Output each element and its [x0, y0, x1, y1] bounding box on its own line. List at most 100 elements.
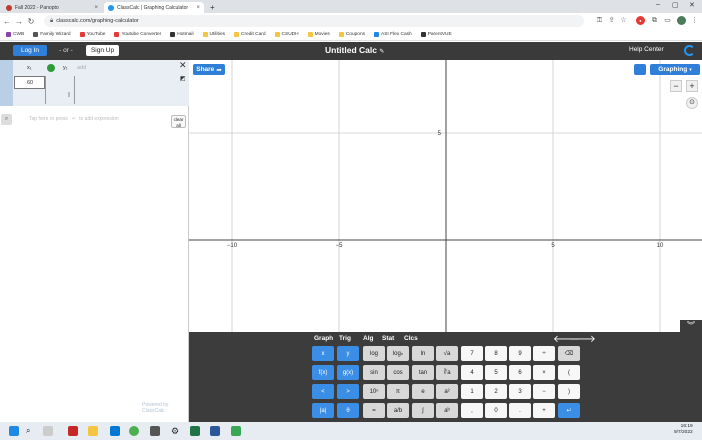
bookmark-item[interactable]: Coupons	[338, 32, 365, 37]
tab-trig[interactable]: Trig	[339, 335, 351, 342]
edge-icon[interactable]	[110, 426, 120, 436]
keypad-key[interactable]: a²	[436, 384, 458, 399]
clear-all-button[interactable]: clear all	[171, 115, 186, 128]
keypad-key[interactable]: g(x)	[337, 365, 359, 380]
minimize-icon[interactable]: –	[656, 1, 660, 8]
settings-gear-icon[interactable]: ⚙	[171, 426, 181, 436]
keypad-key[interactable]: tan	[412, 365, 434, 380]
keypad-key[interactable]: ×	[533, 365, 555, 380]
keypad-key[interactable]: logₙ	[387, 346, 409, 361]
series-color-dot-icon[interactable]	[47, 64, 55, 72]
home-zoom-icon[interactable]: ⊙	[686, 97, 698, 109]
keypad-key[interactable]: 6	[509, 365, 531, 380]
sidebar-icon[interactable]: ▭	[663, 16, 672, 25]
keypad-key[interactable]: e	[412, 384, 434, 399]
magnifier-icon[interactable]: ⌕	[1, 113, 12, 125]
chrome-icon[interactable]	[129, 426, 139, 436]
maximize-icon[interactable]: ▢	[672, 1, 679, 9]
bookmark-item[interactable]: Youtube Converter	[114, 32, 161, 37]
graph-canvas[interactable]: −10 −5 5 10 5 Share ➦ Graphing ▾ − + ⊙	[189, 60, 702, 332]
table-add-column[interactable]: add	[77, 65, 86, 71]
tab-panopto[interactable]: Fall 2022 - Panopto ×	[2, 2, 102, 13]
keypad-key[interactable]: 2	[485, 384, 507, 399]
keypad-key[interactable]: |a|	[312, 403, 334, 418]
table-cell-y[interactable]	[45, 76, 75, 104]
tab-stat[interactable]: Stat	[382, 335, 394, 342]
star-icon[interactable]: ☆	[619, 16, 628, 25]
table-cell-x[interactable]: 60	[14, 76, 45, 89]
bookmark-item[interactable]: CSUDH	[274, 32, 299, 37]
reload-icon[interactable]: ↻	[26, 17, 36, 26]
calc-title[interactable]: Untitled Calc ✎	[325, 45, 384, 55]
keypad-key[interactable]: ,	[461, 403, 483, 418]
keypad-key[interactable]: 9	[509, 346, 531, 361]
bookmark-item[interactable]: Utilities	[202, 32, 225, 37]
keypad-key[interactable]: ln	[412, 346, 434, 361]
keypad-key[interactable]: a/b	[387, 403, 409, 418]
keyboard-toggle-icon[interactable]	[634, 64, 646, 75]
shield-icon[interactable]	[231, 426, 241, 436]
acrobat-icon[interactable]	[68, 426, 78, 436]
keypad-key[interactable]: >	[337, 384, 359, 399]
keypad-key[interactable]: ∛a	[436, 365, 458, 380]
close-expression-icon[interactable]: ✕	[179, 60, 187, 71]
bookmark-item[interactable]: Credit Card	[234, 32, 266, 37]
signup-button[interactable]: Sign Up	[86, 45, 119, 56]
keypad-key[interactable]: 4	[461, 365, 483, 380]
bookmark-item[interactable]: Family Wizard	[33, 32, 71, 37]
close-window-icon[interactable]: ✕	[689, 1, 695, 9]
keypad-key[interactable]: )	[558, 384, 580, 399]
extension-icon[interactable]: ●	[636, 16, 645, 25]
keypad-key[interactable]: sin	[363, 365, 385, 380]
keypad-key[interactable]: √a	[436, 346, 458, 361]
word-icon[interactable]	[210, 426, 220, 436]
keypad-key[interactable]: 7	[461, 346, 483, 361]
help-center-link[interactable]: Help Center	[629, 46, 664, 53]
zoom-out-button[interactable]: −	[670, 80, 682, 92]
keypad-key[interactable]: π	[387, 384, 409, 399]
windows-start-icon[interactable]	[9, 426, 19, 436]
new-tab-button[interactable]: +	[206, 2, 219, 13]
keypad-key[interactable]: (	[558, 365, 580, 380]
menu-kebab-icon[interactable]: ⋮	[690, 16, 699, 25]
tab-clcs[interactable]: Clcs	[404, 335, 418, 342]
tab-classcalc[interactable]: ClassCalc | Graphing Calculator ×	[104, 2, 204, 13]
keypad-key[interactable]: cos	[387, 365, 409, 380]
keypad-key[interactable]: ∫	[412, 403, 434, 418]
keypad-key[interactable]: <	[312, 384, 334, 399]
keypad-key[interactable]: f(x)	[312, 365, 334, 380]
keypad-key[interactable]: 0	[485, 403, 507, 418]
keypad-key[interactable]: ÷	[533, 346, 555, 361]
keypad-key[interactable]: .	[509, 403, 531, 418]
bookmark-item[interactable]: CWB	[6, 32, 24, 37]
keypad-key[interactable]: 3	[509, 384, 531, 399]
search-icon[interactable]: ⌕	[26, 426, 36, 436]
key-icon[interactable]: ⚿	[595, 16, 604, 25]
arrow-right-icon[interactable]: 🡒︎	[569, 333, 596, 345]
app-icon[interactable]	[150, 426, 160, 436]
share-button[interactable]: Share ➦	[193, 64, 225, 75]
bookmark-item[interactable]: Movies	[307, 32, 330, 37]
bookmark-item[interactable]: ASI Flex Cash	[374, 32, 412, 37]
close-tab-icon[interactable]: ×	[196, 5, 200, 11]
tab-alg[interactable]: Alg	[363, 335, 373, 342]
keypad-key[interactable]: θ	[337, 403, 359, 418]
keypad-key[interactable]: aᵇ	[436, 403, 458, 418]
keypad-key[interactable]: ↵	[558, 403, 580, 418]
graphing-mode-dropdown[interactable]: Graphing ▾	[650, 64, 700, 75]
expression-settings-icon[interactable]: ◩	[180, 75, 186, 82]
system-clock[interactable]: 16:19 9/7/2022	[674, 424, 693, 436]
keypad-key[interactable]: 10ⁿ	[363, 384, 385, 399]
edit-pencil-icon[interactable]: ✎	[379, 49, 384, 55]
keypad-key[interactable]: y	[337, 346, 359, 361]
table-expression[interactable]: x₁ y₁ add 60 I ✕ ◩	[0, 60, 189, 106]
back-icon[interactable]: ←	[2, 17, 12, 26]
bookmark-item[interactable]: ParentVUE	[420, 32, 452, 37]
keypad-key[interactable]: 8	[485, 346, 507, 361]
keypad-key[interactable]: 5	[485, 365, 507, 380]
tab-graph[interactable]: Graph	[314, 335, 333, 342]
keypad-key[interactable]: log	[363, 346, 385, 361]
file-explorer-icon[interactable]	[88, 426, 98, 436]
task-view-icon[interactable]	[43, 426, 53, 436]
bookmark-item[interactable]: YouTube	[79, 32, 105, 37]
